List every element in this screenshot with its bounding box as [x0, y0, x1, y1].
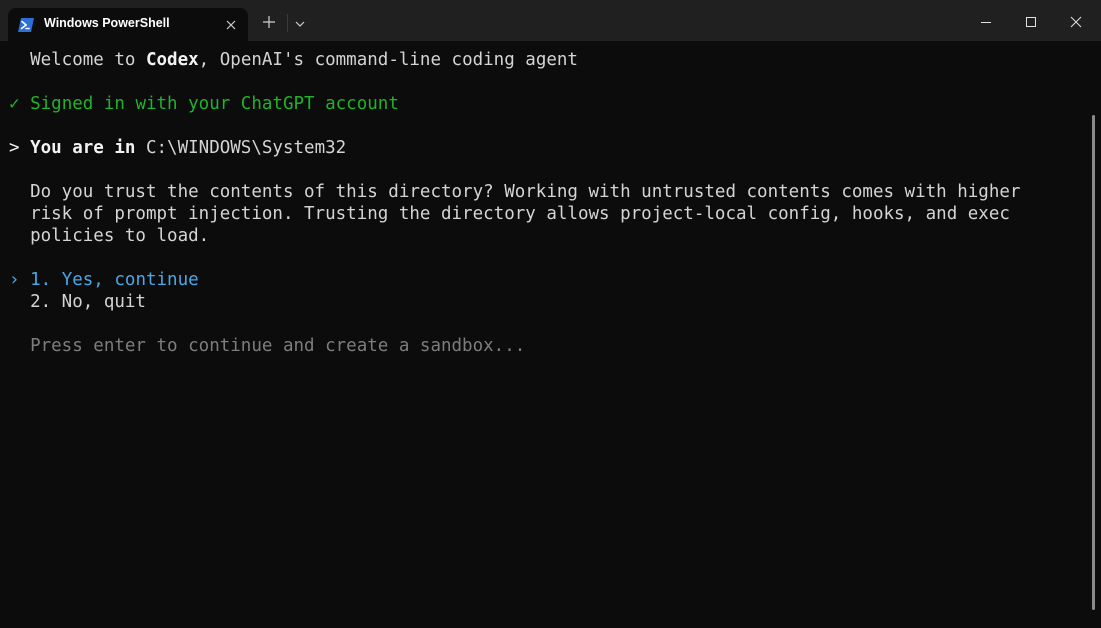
hint-line: Press enter to continue and create a san… — [9, 335, 525, 357]
welcome-suffix: , OpenAI's command-line coding agent — [198, 50, 578, 70]
location-label: You are in — [30, 138, 136, 158]
new-tab-plus-icon[interactable] — [262, 14, 276, 28]
powershell-icon — [18, 17, 34, 32]
option-no-quit[interactable]: 2. No, quit — [9, 291, 146, 313]
app-name: Codex — [145, 50, 199, 70]
titlebar-divider — [287, 14, 288, 32]
signed-in-line: ✓ Signed in with your ChatGPT account — [9, 93, 399, 115]
signed-in-text: Signed in with your ChatGPT account — [30, 94, 399, 114]
minimize-icon — [981, 22, 991, 23]
trust-question-line-1: Do you trust the contents of this direct… — [30, 182, 1021, 202]
hint-text: Press enter to continue and create a san… — [30, 336, 526, 356]
terminal-output[interactable]: Welcome to Codex, OpenAI's command-line … — [0, 41, 1101, 628]
minimize-button[interactable] — [963, 8, 1009, 36]
close-window-button[interactable] — [1053, 8, 1099, 36]
trust-question-line-2: risk of prompt injection. Trusting the d… — [30, 204, 1010, 224]
option-label: 1. Yes, continue — [30, 270, 199, 290]
option-label: 2. No, quit — [30, 292, 146, 312]
close-icon — [1070, 16, 1082, 28]
welcome-prefix: Welcome to — [30, 50, 146, 70]
close-tab-icon[interactable] — [224, 17, 238, 31]
chevron-down-icon[interactable] — [294, 15, 306, 27]
terminal-window: Windows PowerShell Welcome to Codex, Ope… — [0, 0, 1101, 628]
title-bar: Windows PowerShell — [0, 0, 1101, 41]
welcome-line: Welcome to Codex, OpenAI's command-line … — [9, 49, 578, 71]
tab-title: Windows PowerShell — [44, 16, 170, 30]
location-path: C:\WINDOWS\System32 — [135, 138, 347, 158]
checkmark-icon: ✓ — [9, 94, 20, 114]
prompt-marker: > — [9, 138, 20, 158]
option-yes-continue[interactable]: › 1. Yes, continue — [9, 269, 199, 291]
maximize-button[interactable] — [1008, 8, 1054, 36]
selection-marker: › — [9, 270, 20, 290]
scrollbar[interactable] — [1092, 115, 1095, 610]
tab-windows-powershell[interactable]: Windows PowerShell — [8, 8, 248, 41]
trust-question-line-3: policies to load. — [30, 226, 210, 246]
maximize-icon — [1026, 17, 1036, 27]
location-line: > You are in C:\WINDOWS\System32 — [9, 137, 346, 159]
